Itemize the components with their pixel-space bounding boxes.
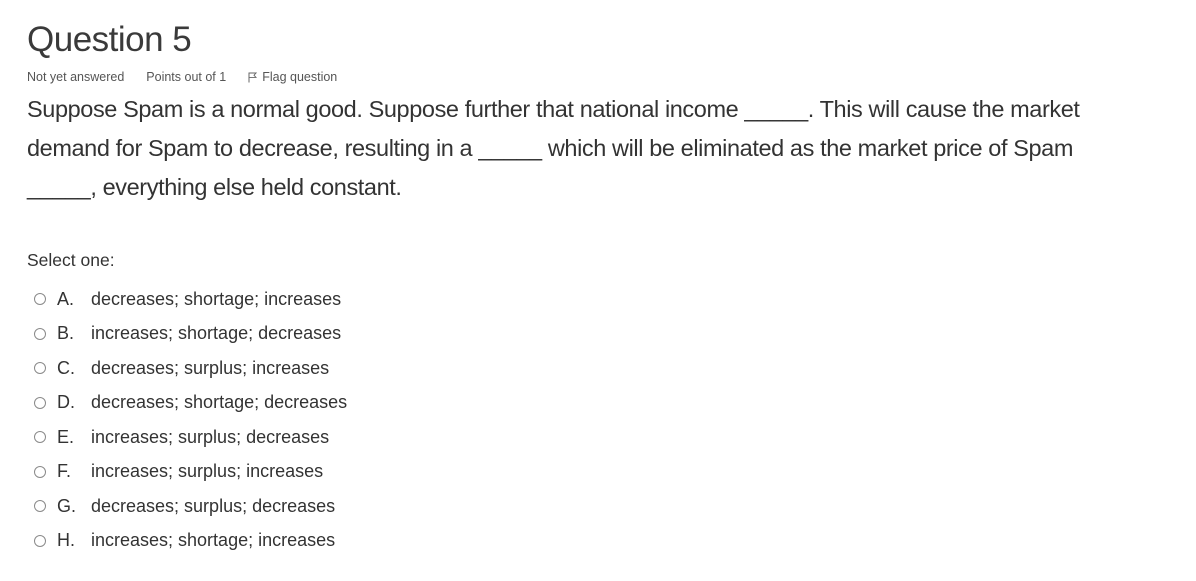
radio-button[interactable] bbox=[34, 293, 46, 306]
radio-button[interactable] bbox=[34, 534, 46, 547]
radio-button[interactable] bbox=[34, 396, 46, 409]
option-text: increases; shortage; increases bbox=[91, 530, 336, 551]
flag-question-label: Flag question bbox=[262, 70, 338, 84]
question-info: Not yet answered Points out of 1 Flag qu… bbox=[27, 68, 337, 86]
option-text: decreases; surplus; increases bbox=[91, 357, 330, 378]
option-letter: B. bbox=[57, 323, 75, 344]
option-text: decreases; surplus; decreases bbox=[91, 495, 336, 516]
answer-options: A. decreases; shortage; increases B. inc… bbox=[34, 282, 347, 558]
option-letter: E. bbox=[57, 426, 75, 447]
answer-option-d[interactable]: D. decreases; shortage; decreases bbox=[34, 386, 347, 421]
option-text: increases; surplus; decreases bbox=[91, 426, 330, 447]
question-text: Suppose Spam is a normal good. Suppose f… bbox=[27, 96, 1080, 200]
answer-option-h[interactable]: H. increases; shortage; increases bbox=[34, 524, 347, 559]
answer-option-e[interactable]: E. increases; surplus; decreases bbox=[34, 420, 347, 455]
option-letter: F. bbox=[57, 461, 72, 482]
question-grade: Points out of 1 bbox=[146, 70, 227, 84]
option-letter: H. bbox=[57, 530, 75, 551]
answer-option-f[interactable]: F. increases; surplus; increases bbox=[34, 455, 347, 490]
radio-button[interactable] bbox=[34, 465, 46, 478]
option-text: decreases; shortage; increases bbox=[91, 288, 342, 309]
option-text: decreases; shortage; decreases bbox=[91, 392, 348, 413]
answer-option-a[interactable]: A. decreases; shortage; increases bbox=[34, 282, 347, 317]
option-text: increases; surplus; increases bbox=[91, 461, 324, 482]
answer-option-c[interactable]: C. decreases; surplus; increases bbox=[34, 351, 347, 386]
answer-option-b[interactable]: B. increases; shortage; decreases bbox=[34, 317, 347, 352]
radio-button[interactable] bbox=[34, 327, 46, 340]
answer-option-g[interactable]: G. decreases; surplus; decreases bbox=[34, 489, 347, 524]
question-title: Question 5 bbox=[27, 20, 192, 59]
select-one-prompt: Select one: bbox=[27, 250, 115, 270]
option-letter: C. bbox=[57, 357, 75, 378]
question-state: Not yet answered bbox=[27, 70, 125, 84]
option-letter: G. bbox=[57, 495, 77, 516]
question-panel: Question 5 Not yet answered Points out o… bbox=[0, 0, 1196, 581]
radio-button[interactable] bbox=[34, 431, 46, 444]
flag-icon bbox=[248, 72, 258, 82]
option-letter: A. bbox=[57, 288, 75, 309]
option-text: increases; shortage; decreases bbox=[91, 323, 342, 344]
radio-button[interactable] bbox=[34, 500, 46, 513]
option-letter: D. bbox=[57, 392, 75, 413]
radio-button[interactable] bbox=[34, 362, 46, 375]
flag-question-link[interactable]: Flag question bbox=[248, 68, 337, 86]
